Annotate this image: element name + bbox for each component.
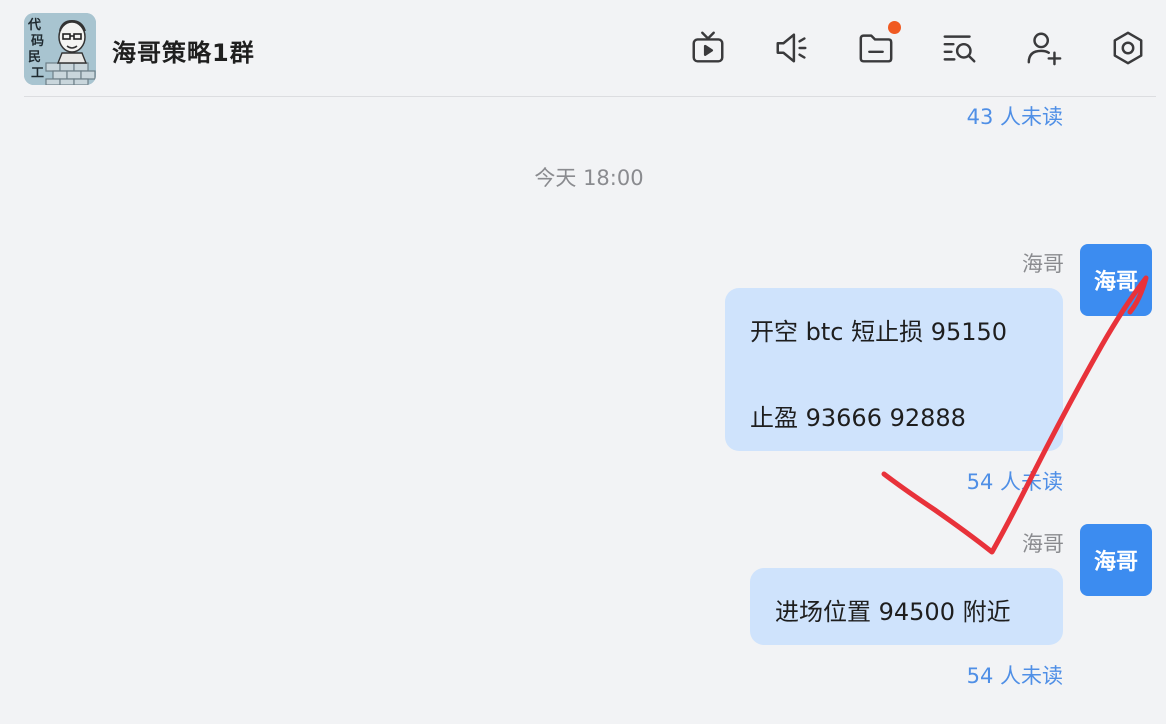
svg-text:码: 码 bbox=[31, 34, 44, 49]
message-timestamp: 今天 18:00 bbox=[534, 166, 644, 190]
add-member-icon[interactable] bbox=[1024, 28, 1064, 68]
search-history-icon[interactable] bbox=[940, 28, 980, 68]
chat-header: 代 码 民 工 海哥策略1群 bbox=[0, 0, 1166, 98]
read-status[interactable]: 54 人未读 bbox=[967, 466, 1063, 496]
chat-window: 代 码 民 工 海哥策略1群 43 人未读 今天 18:00 海哥 海哥 开空 … bbox=[0, 0, 1166, 724]
sender-avatar[interactable]: 海哥 bbox=[1080, 244, 1152, 316]
read-status[interactable]: 54 人未读 bbox=[967, 660, 1063, 690]
header-divider bbox=[24, 96, 1156, 97]
speaker-icon[interactable] bbox=[772, 28, 812, 68]
group-title: 海哥策略1群 bbox=[112, 39, 255, 67]
sender-name: 海哥 bbox=[1022, 252, 1064, 276]
notification-dot bbox=[888, 21, 901, 34]
svg-text:民: 民 bbox=[28, 50, 41, 65]
sender-name: 海哥 bbox=[1022, 532, 1064, 556]
group-avatar-image: 代 码 民 工 bbox=[24, 13, 96, 85]
message-bubble[interactable]: 开空 btc 短止损 95150 止盈 93666 92888 bbox=[725, 288, 1063, 451]
message-text: 止盈 93666 92888 bbox=[750, 404, 966, 432]
sender-avatar[interactable]: 海哥 bbox=[1080, 524, 1152, 596]
folder-icon[interactable] bbox=[856, 28, 896, 68]
message-bubble[interactable]: 进场位置 94500 附近 bbox=[750, 568, 1063, 645]
settings-icon[interactable] bbox=[1108, 28, 1148, 68]
group-avatar[interactable]: 代 码 民 工 bbox=[24, 13, 96, 85]
message-text: 开空 btc 短止损 95150 bbox=[750, 318, 1008, 346]
message-text: 进场位置 94500 附近 bbox=[775, 598, 1011, 626]
read-status[interactable]: 43 人未读 bbox=[967, 101, 1063, 131]
tv-icon[interactable] bbox=[688, 28, 728, 68]
svg-text:工: 工 bbox=[31, 66, 44, 81]
svg-text:代: 代 bbox=[27, 17, 41, 33]
